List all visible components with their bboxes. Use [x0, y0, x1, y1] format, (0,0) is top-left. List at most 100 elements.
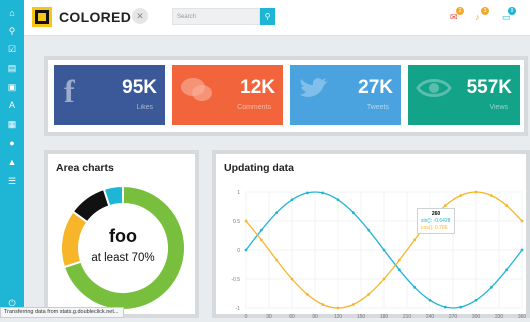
series-1-point-6 — [336, 306, 340, 310]
search-button[interactable]: ⚲ — [260, 8, 275, 25]
series-1-point-17 — [505, 204, 509, 207]
series-1-point-9 — [382, 277, 386, 281]
x-tick-label-4: 120 — [334, 314, 343, 320]
status-bar: Transferring data from stats.g.doublecli… — [0, 307, 124, 318]
series-0-point-9 — [382, 248, 386, 252]
eye-icon — [416, 75, 452, 108]
series-0-point-14 — [459, 305, 463, 309]
x-tick-label-8: 240 — [426, 314, 435, 320]
likes-value: 95K — [122, 77, 157, 98]
series-1-point-8 — [367, 293, 371, 296]
bell-badge: 3 — [481, 7, 489, 15]
y-tick-label-2: 0 — [237, 248, 240, 254]
mail-notification[interactable]: ✉ 2 — [450, 7, 464, 23]
tooltip-cos: cos(): 0.766 — [421, 225, 448, 231]
series-1-point-10 — [397, 258, 401, 262]
series-1-point-4 — [305, 293, 309, 296]
series-0-point-1 — [259, 228, 263, 232]
x-tick-label-0: 0 — [245, 314, 248, 320]
views-label: Views — [489, 104, 508, 111]
font-icon[interactable]: A — [0, 96, 24, 114]
file-icon[interactable]: ▤ — [0, 59, 24, 77]
series-0-point-4 — [305, 191, 309, 195]
series-1-point-16 — [489, 194, 493, 197]
chart-tooltip: 260 sin(): -0.6428 cos(): 0.766 — [417, 208, 455, 234]
series-1-point-14 — [459, 194, 463, 197]
series-0-point-17 — [505, 268, 509, 272]
x-tick-label-2: 60 — [289, 314, 295, 320]
tweets-value: 27K — [358, 77, 393, 98]
bell-notification[interactable]: ♪ 3 — [475, 7, 489, 22]
x-tick-label-10: 300 — [472, 314, 481, 320]
series-0-point-2 — [275, 211, 279, 215]
series-1-point-5 — [321, 303, 325, 306]
series-0-point-16 — [489, 285, 493, 289]
brand-name: COLORED — [59, 9, 132, 25]
series-0-point-0 — [244, 248, 248, 252]
y-tick-label-1: 0.5 — [233, 219, 240, 225]
tooltip-sin: sin(): -0.6428 — [421, 218, 451, 224]
search-icon: ⚲ — [264, 12, 271, 21]
y-tick-label-0: 1 — [237, 190, 240, 196]
twitter-icon — [298, 75, 330, 110]
image-icon[interactable]: ▣ — [0, 78, 24, 96]
home-icon[interactable]: ⌂ — [0, 4, 24, 22]
series-0-point-6 — [336, 198, 340, 202]
donut-sub-text: at least 70% — [91, 252, 155, 264]
sidebar: ⌂ ⚲ ☑ ▤ ▣ A ▦ ● ▲ ☰ ⏻ — [0, 0, 24, 318]
line-chart: 1 0.5 0 -0.5 -1 0 30 60 90 120 150 180 210 240 270 300 3… — [231, 190, 527, 320]
top-bar: COLORED ✕ Search ⚲ ✉ 2 ♪ 3 ▭ 9 — [24, 0, 530, 36]
comments-tile[interactable]: 12K Comments — [172, 65, 283, 125]
series-1-point-1 — [259, 238, 263, 242]
y-tick-label-3: -0.5 — [231, 277, 240, 283]
logo — [32, 7, 52, 27]
x-tick-label-11: 330 — [495, 314, 504, 320]
area-charts-panel: Area charts foo at least 70% — [44, 150, 199, 318]
series-1-point-15 — [474, 190, 478, 194]
views-tile[interactable]: 557K Views — [408, 65, 520, 125]
updating-data-panel: Updating data 1 0.5 0 -0.5 -1 0 30 60 90 120 150 18… — [212, 150, 530, 320]
series-1-point-18 — [520, 219, 524, 223]
tweets-tile[interactable]: 27K Tweets — [290, 65, 401, 125]
series-1-point-13 — [443, 204, 447, 207]
tweets-label: Tweets — [366, 104, 389, 111]
series-0-point-13 — [443, 305, 447, 309]
x-tick-label-12: 360 — [518, 314, 527, 320]
series-0-point-5 — [321, 191, 325, 195]
tooltip-x: 260 — [431, 211, 441, 217]
x-tick-label-6: 180 — [380, 314, 389, 320]
check-icon[interactable]: ☑ — [0, 40, 24, 58]
list-icon[interactable]: ☰ — [0, 172, 24, 190]
series-1-point-0 — [244, 219, 248, 223]
chat-notification[interactable]: ▭ 9 — [502, 7, 516, 23]
facebook-icon: f — [64, 73, 75, 109]
likes-tile[interactable]: f 95K Likes — [54, 65, 165, 125]
series-0-point-3 — [290, 198, 294, 202]
y-tick-label-4: -1 — [236, 306, 241, 312]
search-input[interactable]: Search — [172, 8, 260, 25]
bell-icon: ♪ — [475, 12, 480, 22]
table-icon[interactable]: ▦ — [0, 115, 24, 133]
series-1-point-3 — [290, 277, 294, 281]
series-0-point-18 — [520, 248, 524, 252]
warning-icon[interactable]: ▲ — [0, 153, 24, 171]
mail-badge: 2 — [456, 7, 464, 15]
x-tick-label-9: 270 — [449, 314, 458, 320]
x-tick-label-3: 90 — [312, 314, 318, 320]
x-tick-label-7: 210 — [403, 314, 412, 320]
map-marker-icon[interactable]: ● — [0, 134, 24, 152]
comments-label: Comments — [237, 104, 271, 111]
stats-panel: f 95K Likes 12K Comments 27K Tweets 557K… — [44, 56, 528, 136]
collapse-sidebar-button[interactable]: ✕ — [132, 8, 148, 24]
donut-center: foo at least 70% — [61, 226, 185, 276]
comments-icon — [180, 75, 214, 112]
series-0-point-10 — [397, 268, 401, 272]
series-1-point-11 — [413, 238, 417, 242]
share-icon[interactable]: ⚲ — [0, 22, 24, 40]
likes-label: Likes — [136, 104, 153, 111]
x-tick-label-5: 150 — [357, 314, 366, 320]
series-0-point-7 — [351, 211, 355, 215]
x-tick-label-1: 30 — [266, 314, 272, 320]
series-0-point-15 — [474, 298, 478, 302]
views-value: 557K — [466, 77, 512, 98]
